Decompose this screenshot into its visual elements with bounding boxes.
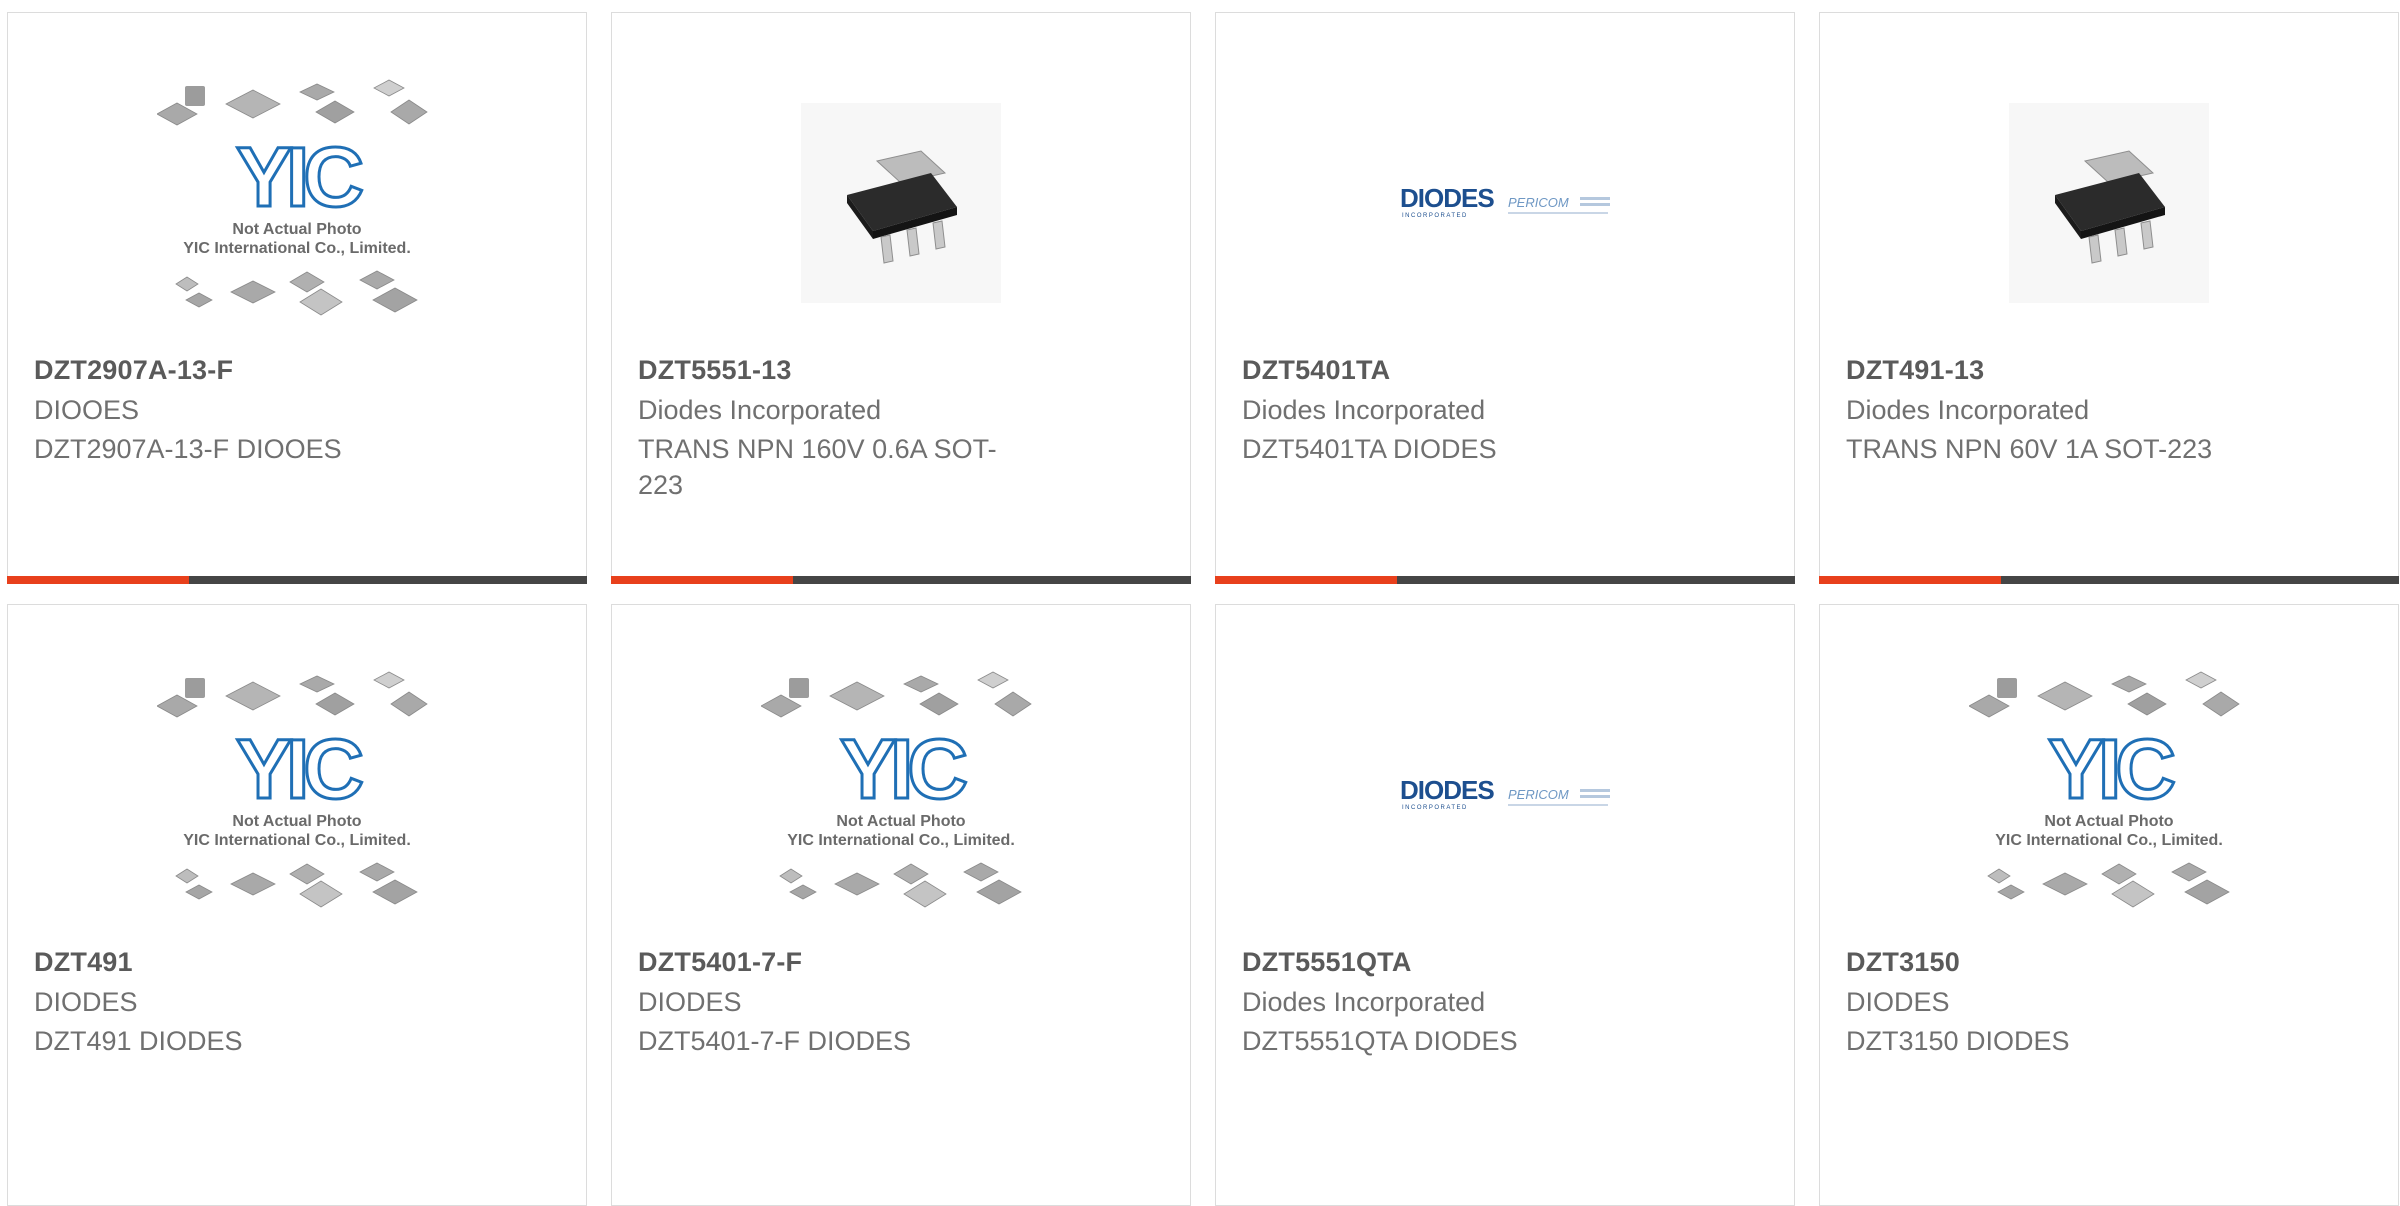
product-image[interactable]: DIODES INCORPORATED PERICOM xyxy=(1216,43,1794,363)
product-card[interactable]: DZT491-13 Diodes Incorporated TRANS NPN … xyxy=(1819,12,2399,584)
svg-text:Not Actual Photo: Not Actual Photo xyxy=(836,813,965,830)
product-image[interactable] xyxy=(612,43,1190,363)
description: DZT2907A-13-F DIOOES xyxy=(34,434,342,464)
svg-text:DIODES: DIODES xyxy=(1400,183,1494,213)
description: DZT5551QTA DIODES xyxy=(1242,1026,1518,1056)
part-number[interactable]: DZT491-13 xyxy=(1846,355,1984,386)
svg-text:YIC International Co., Limited: YIC International Co., Limited. xyxy=(183,240,411,257)
product-card[interactable]: DZT5551-13 Diodes Incorporated TRANS NPN… xyxy=(611,12,1191,584)
manufacturer: DIODES xyxy=(1846,987,1950,1017)
product-image[interactable]: YIC Not Actual Photo YIC International Co.… xyxy=(612,635,1190,955)
diodes-pericom-logo: DIODESINCORPORATED PERICOM xyxy=(1400,183,1610,219)
part-number[interactable]: DZT491 xyxy=(34,947,133,978)
description: DZT3150 DIODES xyxy=(1846,1026,2070,1056)
diodes-pericom-logo: DIODESINCORPORATED PERICOM xyxy=(1400,775,1610,811)
svg-text:INCORPORATED: INCORPORATED xyxy=(1402,213,1468,219)
description: TRANS NPN 160V 0.6A SOT-223 xyxy=(638,434,997,500)
svg-text:INCORPORATED: INCORPORATED xyxy=(1402,805,1468,811)
svg-text:YIC: YIC xyxy=(236,722,362,816)
manufacturer: Diodes Incorporated xyxy=(1242,395,1486,425)
product-card[interactable]: YIC Not Actual Photo YIC International Co.… xyxy=(7,604,587,1206)
accent-bar xyxy=(1819,576,2001,584)
product-card[interactable]: DIODES INCORPORATED PERICOM DZT5551QTA Dio… xyxy=(1215,604,1795,1206)
card-footer-bar xyxy=(611,576,1191,584)
manufacturer: Diodes Incorporated xyxy=(1242,987,1486,1017)
card-footer-bar xyxy=(7,576,587,584)
manufacturer: Diodes Incorporated xyxy=(1846,395,2090,425)
svg-text:YIC International Co., Limited: YIC International Co., Limited. xyxy=(1995,832,2223,849)
accent-bar xyxy=(1215,576,1397,584)
svg-text:PERICOM: PERICOM xyxy=(1508,195,1569,210)
product-grid: YIC Not Actual Photo YIC International Co.… xyxy=(7,12,2400,1206)
product-card[interactable]: YIC Not Actual Photo YIC International Co.… xyxy=(611,604,1191,1206)
part-number[interactable]: DZT5551-13 xyxy=(638,355,792,386)
description: DZT491 DIODES xyxy=(34,1026,243,1056)
accent-bar xyxy=(611,576,793,584)
part-number[interactable]: DZT5401TA xyxy=(1242,355,1390,386)
accent-bar xyxy=(7,576,189,584)
product-card[interactable]: YIC Not Actual Photo YIC International Co.… xyxy=(7,12,587,584)
svg-text:DIODES: DIODES xyxy=(1400,775,1494,805)
sot223-package-image xyxy=(2009,103,2209,303)
svg-text:YIC: YIC xyxy=(2048,722,2174,816)
description: DZT5401-7-F DIODES xyxy=(638,1026,912,1056)
manufacturer: DIODES xyxy=(34,987,138,1017)
manufacturer: DIOOES xyxy=(34,395,140,425)
product-card[interactable]: DIODES INCORPORATED PERICOM DZT5401TA Diod… xyxy=(1215,12,1795,584)
svg-text:YIC: YIC xyxy=(840,722,966,816)
yic-placeholder-image: YICNot Actual Photo YIC International Co.… xyxy=(1969,671,2240,908)
svg-text:YIC International Co., Limited: YIC International Co., Limited. xyxy=(787,832,1015,849)
manufacturer: DIODES xyxy=(638,987,742,1017)
svg-text:YIC: YIC xyxy=(236,130,362,224)
description: DZT5401TA DIODES xyxy=(1242,434,1497,464)
manufacturer: Diodes Incorporated xyxy=(638,395,882,425)
product-image[interactable] xyxy=(1820,43,2398,363)
sot223-package-image xyxy=(801,103,1001,303)
yic-placeholder-image: YICNot Actual Photo YIC International Co.… xyxy=(157,671,428,908)
part-number[interactable]: DZT5401-7-F xyxy=(638,947,802,978)
product-image[interactable]: YIC Not Actual Photo YIC International Co.… xyxy=(1820,635,2398,955)
description: TRANS NPN 60V 1A SOT-223 xyxy=(1846,434,2213,464)
svg-text:Not Actual Photo: Not Actual Photo xyxy=(2044,813,2173,830)
card-footer-bar xyxy=(1215,576,1795,584)
yic-placeholder-image: YICNot Actual Photo YIC International Co.… xyxy=(157,79,428,316)
card-footer-bar xyxy=(1819,576,2399,584)
svg-text:Not Actual Photo: Not Actual Photo xyxy=(232,813,361,830)
part-number[interactable]: DZT5551QTA xyxy=(1242,947,1412,978)
product-card[interactable]: YIC Not Actual Photo YIC International Co.… xyxy=(1819,604,2399,1206)
part-number[interactable]: DZT3150 xyxy=(1846,947,1960,978)
yic-placeholder-image: YICNot Actual Photo YIC International Co.… xyxy=(761,671,1032,908)
product-image[interactable]: YIC Not Actual Photo YIC International Co.… xyxy=(8,635,586,955)
part-number[interactable]: DZT2907A-13-F xyxy=(34,355,233,386)
product-image[interactable]: YIC Not Actual Photo YIC International Co.… xyxy=(8,43,586,363)
product-image[interactable]: DIODES INCORPORATED PERICOM xyxy=(1216,635,1794,955)
svg-text:Not Actual Photo: Not Actual Photo xyxy=(232,221,361,238)
svg-text:PERICOM: PERICOM xyxy=(1508,787,1569,802)
svg-text:YIC International Co., Limited: YIC International Co., Limited. xyxy=(183,832,411,849)
